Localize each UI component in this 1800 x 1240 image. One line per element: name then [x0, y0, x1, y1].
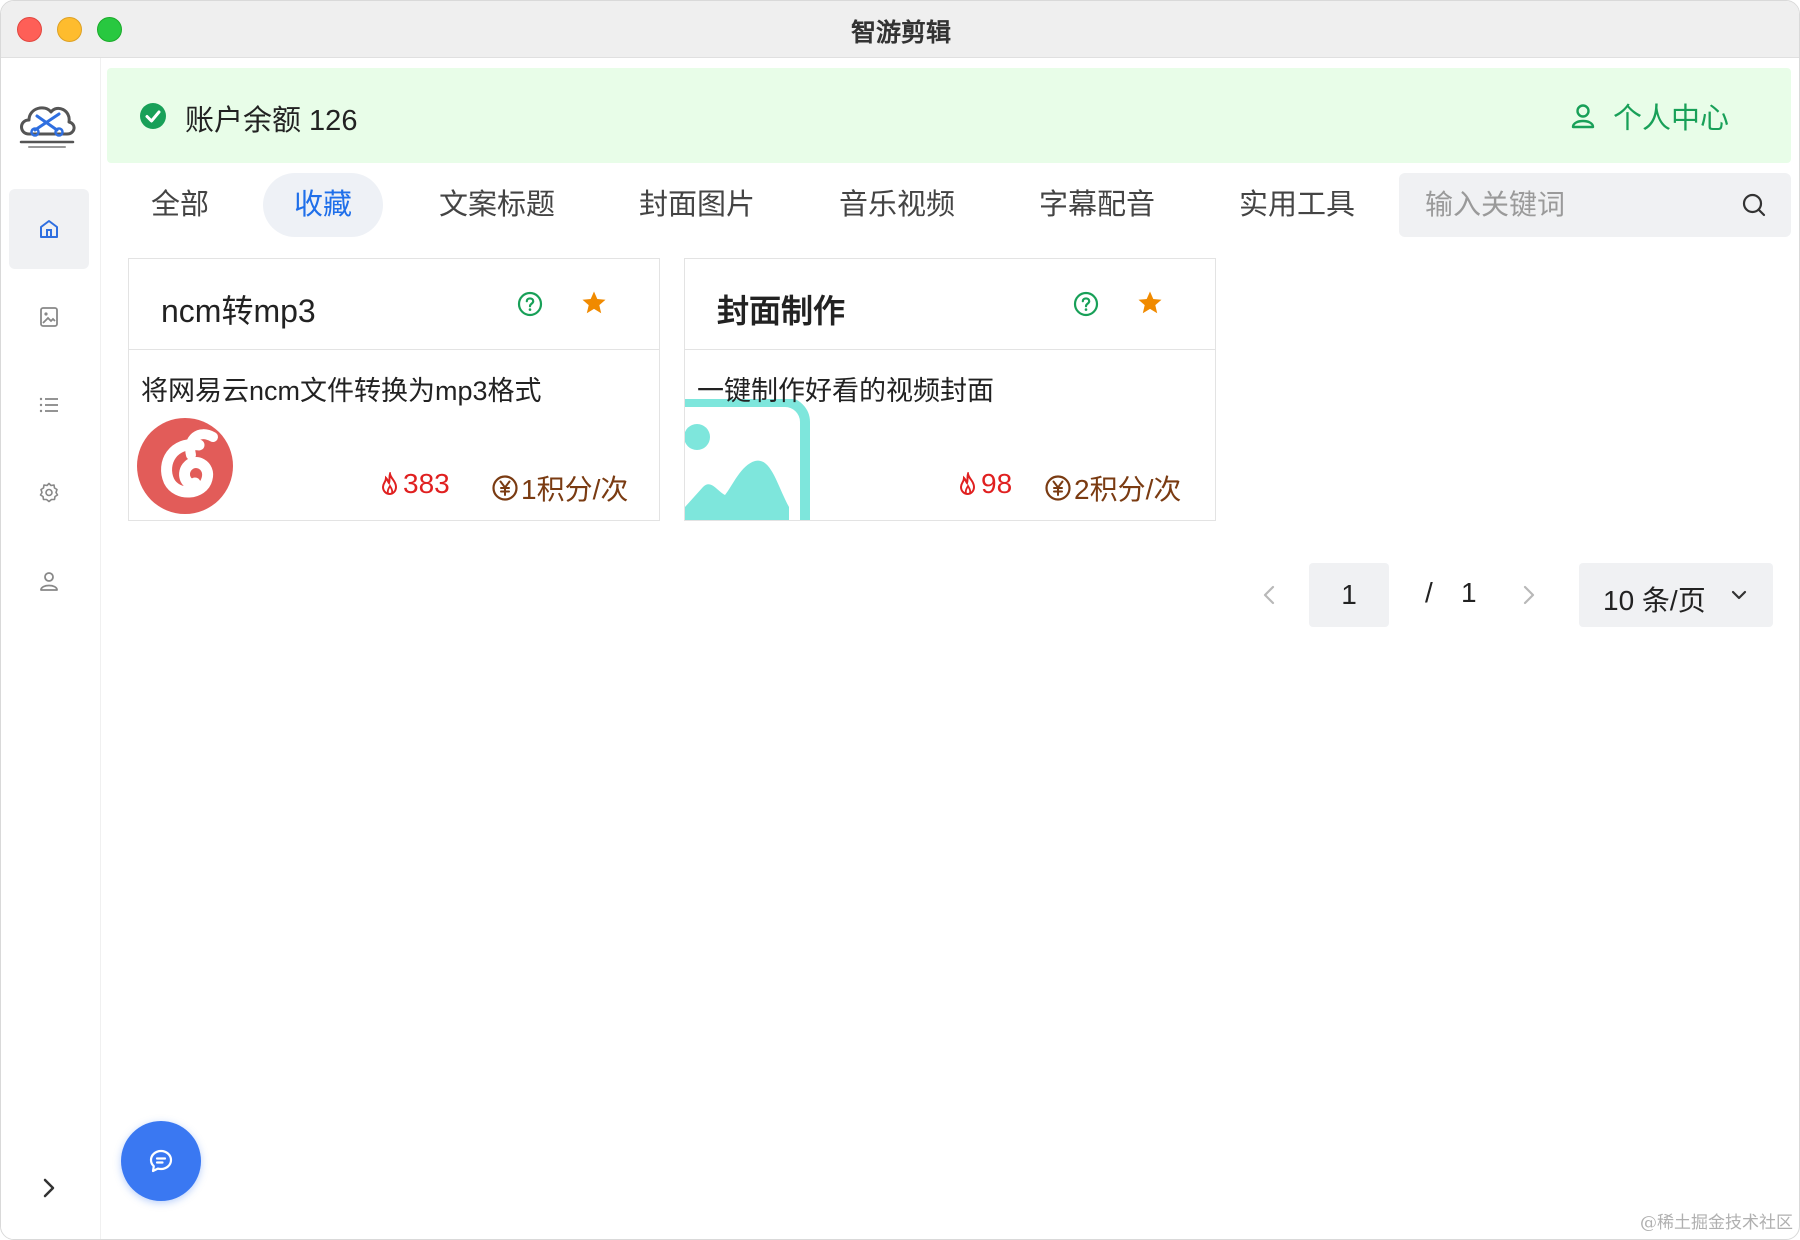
chat-icon: [149, 1149, 173, 1173]
user-icon: [1571, 104, 1595, 129]
cost-value: 1积分/次: [521, 474, 629, 505]
user-icon: [40, 572, 58, 591]
page-separator: /: [1425, 577, 1433, 608]
yen-coin-icon: [492, 475, 518, 501]
list-icon: [39, 397, 58, 413]
cost-info: 2积分/次: [1044, 468, 1181, 508]
tab-all[interactable]: 全部: [129, 173, 231, 237]
account-balance: 账户余额 126: [185, 105, 358, 137]
search-input[interactable]: [1425, 173, 1725, 237]
fire-icon: [959, 472, 976, 496]
tab-copywriting[interactable]: 文案标题: [431, 173, 563, 237]
gear-icon: [39, 482, 59, 503]
next-page-button[interactable]: [1519, 581, 1539, 609]
tab-favorites[interactable]: 收藏: [263, 173, 383, 237]
chevron-right-icon[interactable]: [35, 1174, 63, 1202]
star-icon[interactable]: [580, 289, 608, 317]
user-center-link[interactable]: 个人中心: [1569, 95, 1729, 137]
tab-tools[interactable]: 实用工具: [1231, 173, 1363, 237]
yen-coin-icon: [1045, 475, 1071, 501]
home-icon: [40, 220, 58, 238]
heat-value: 383: [403, 468, 450, 499]
chevron-down-icon: [1731, 590, 1747, 600]
app-window: 智游剪辑 账户余额 126 个人中心 全部 收藏 文案标题 封面图片 音乐视频 …: [0, 0, 1800, 1240]
sidebar: [1, 58, 101, 1239]
sidebar-item-home[interactable]: [9, 189, 89, 269]
sidebar-item-user[interactable]: [9, 541, 89, 621]
page-size-label: 10 条/页: [1603, 585, 1706, 616]
card-title: 封面制作: [717, 293, 846, 329]
heat-value: 98: [981, 468, 1013, 499]
current-page-input[interactable]: 1: [1309, 563, 1389, 627]
sidebar-item-settings[interactable]: [9, 453, 89, 533]
tab-subtitle-dubbing[interactable]: 字幕配音: [1031, 173, 1163, 237]
help-icon[interactable]: [517, 291, 543, 317]
heat-count: 383: [379, 468, 450, 500]
account-banner: 账户余额 126 个人中心: [107, 68, 1791, 163]
title-bar: 智游剪辑: [1, 1, 1799, 58]
search-icon[interactable]: [1741, 192, 1767, 218]
card-description: 一键制作好看的视频封面: [697, 376, 994, 406]
image-placeholder-icon: [685, 399, 810, 520]
star-icon[interactable]: [1136, 289, 1164, 317]
sidebar-item-list[interactable]: [9, 365, 89, 445]
check-circle-icon: [140, 103, 166, 129]
previous-page-button[interactable]: [1259, 581, 1279, 609]
chat-button[interactable]: [121, 1121, 201, 1201]
user-center-label: 个人中心: [1612, 103, 1729, 135]
window-title: 智游剪辑: [850, 19, 951, 47]
page-size-select[interactable]: 10 条/页: [1579, 563, 1773, 627]
cost-value: 2积分/次: [1074, 474, 1182, 505]
tab-cover-image[interactable]: 封面图片: [631, 173, 763, 237]
help-icon[interactable]: [1073, 291, 1099, 317]
cost-info: 1积分/次: [491, 468, 628, 508]
total-pages: 1: [1461, 577, 1477, 608]
image-icon: [40, 307, 58, 327]
fire-icon: [381, 472, 398, 496]
tool-card[interactable]: 封面制作 一键制作好看的视频封面 98 2积分/次: [684, 258, 1216, 521]
tool-card[interactable]: ncm转mp3 将网易云ncm文件转换为mp3格式 383 1积分/次: [128, 258, 660, 521]
netease-music-logo-icon: [137, 418, 233, 514]
tab-music-video[interactable]: 音乐视频: [831, 173, 963, 237]
card-title: ncm转mp3: [161, 293, 316, 329]
card-header: ncm转mp3: [129, 259, 659, 350]
app-logo-icon: [19, 106, 76, 148]
watermark: @稀土掘金技术社区: [1640, 1213, 1793, 1233]
card-header: 封面制作: [685, 259, 1215, 350]
search-box: [1399, 173, 1791, 237]
card-description: 将网易云ncm文件转换为mp3格式: [141, 376, 542, 406]
heat-count: 98: [957, 468, 1012, 500]
sidebar-item-image[interactable]: [9, 277, 89, 357]
